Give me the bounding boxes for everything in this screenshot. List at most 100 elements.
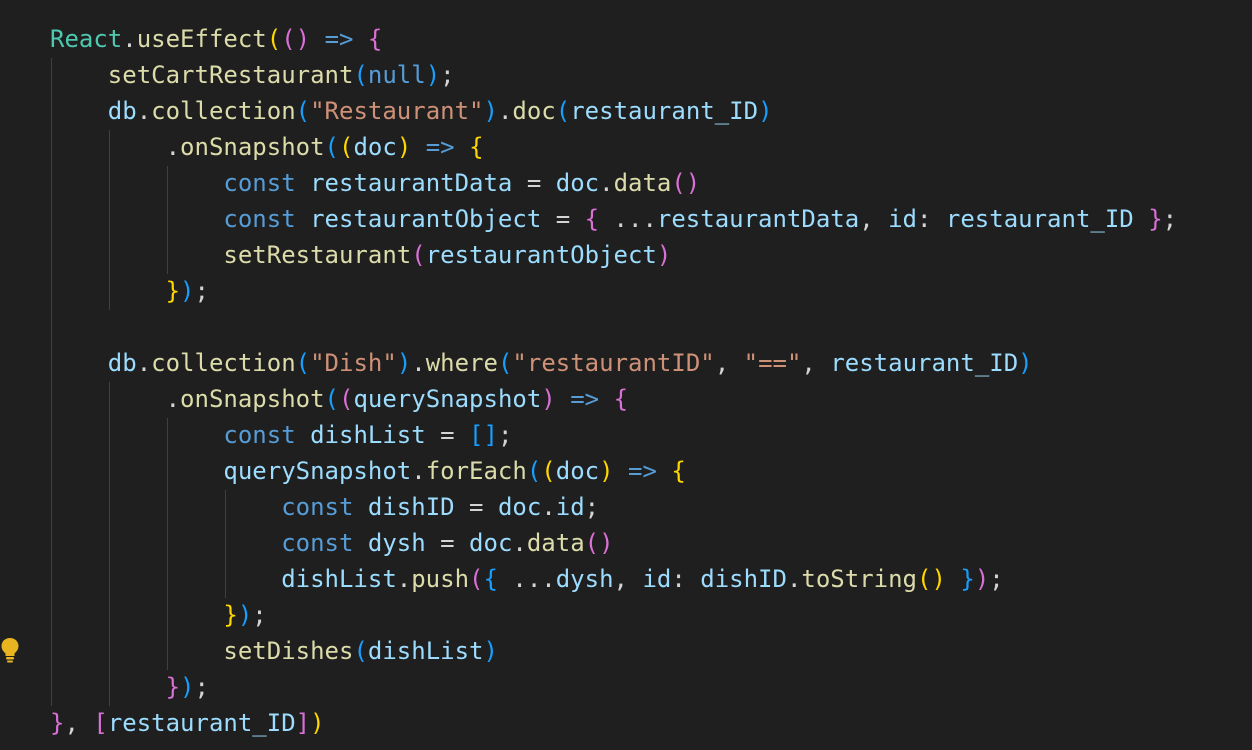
code-token: restaurantData [656,205,860,233]
code-token: ; [194,277,209,305]
code-token: restaurantObject [310,205,542,233]
code-token: const [281,493,354,521]
code-token: ) [310,709,325,737]
code-token: React [50,25,123,53]
code-token: { [469,133,484,161]
code-token: ( [353,637,368,665]
code-token: dishID [700,565,787,593]
code-line[interactable]: .onSnapshot((querySnapshot) => { [50,381,1177,417]
code-line[interactable]: setCartRestaurant(null); [50,57,1177,93]
code-token: ; [584,493,600,521]
code-token: "Restaurant" [310,97,484,125]
code-token: restaurantData [310,169,513,197]
code-token: () [917,565,946,593]
code-line[interactable]: React.useEffect(() => { [50,21,1177,57]
code-token: . [136,97,152,125]
code-token: ) [974,565,990,593]
lightbulb-icon[interactable] [0,636,20,664]
code-token: ) [758,97,773,125]
code-token: () [584,529,614,557]
code-line[interactable]: const dishList = []; [50,417,1177,453]
code-token: ( [324,133,339,161]
code-line[interactable]: }, [restaurant_ID]) [50,705,1177,741]
code-line[interactable]: }); [50,597,1177,633]
code-token: . [136,349,152,377]
code-token: ) [656,241,672,269]
code-line[interactable]: const dishID = doc.id; [50,489,1177,525]
code-token: { [671,457,686,485]
code-token: ( [411,241,426,269]
code-line[interactable]: querySnapshot.forEach((doc) => { [50,453,1177,489]
code-token: ( [541,457,556,485]
code-token: , [714,349,744,377]
code-line[interactable] [50,309,1177,345]
code-editor[interactable]: React.useEffect(() => { setCartRestauran… [0,0,1252,750]
code-token: ( [295,97,311,125]
code-token: ... [497,565,556,593]
code-token: () [281,25,311,53]
code-token: restaurant_ID [570,97,759,125]
code-token: dysh [555,565,614,593]
code-token: collection [151,97,296,125]
code-token: [ [93,709,108,737]
code-token: () [671,169,701,197]
code-token: [] [469,421,498,449]
code-token: data [613,169,672,197]
code-line[interactable]: db.collection("Dish").where("restaurantI… [50,345,1177,381]
code-line[interactable]: }); [50,669,1177,705]
code-token: restaurantObject [425,241,657,269]
code-token: onSnapshot [180,385,325,413]
code-token: const [223,169,296,197]
code-token: ) [599,457,614,485]
code-token: dishList [310,421,426,449]
code-token: ; [497,421,513,449]
code-line[interactable]: db.collection("Restaurant").doc(restaura… [50,93,1177,129]
code-token: , [801,349,831,377]
code-token: restaurant_ID [107,709,296,737]
code-line[interactable]: }); [50,273,1177,309]
code-token: collection [151,349,296,377]
code-line[interactable]: const restaurantData = doc.data() [50,165,1177,201]
code-token: doc [555,169,600,197]
code-line[interactable]: .onSnapshot((doc) => { [50,129,1177,165]
code-line[interactable]: setDishes(dishList) [50,633,1177,669]
code-token: ) [425,61,441,89]
code-line[interactable]: dishList.push({ ...dysh, id: dishID.toSt… [50,561,1177,597]
code-token: "Dish" [310,349,397,377]
code-token: setCartRestaurant [107,61,354,89]
code-token: ( [353,61,368,89]
code-token: ( [324,385,339,413]
code-token: = [425,421,470,449]
code-line[interactable]: const dysh = doc.data() [50,525,1177,561]
code-token: } [50,709,65,737]
code-token: = [512,169,556,197]
code-token: . [599,169,614,197]
code-area[interactable]: React.useEffect(() => { setCartRestauran… [50,21,1177,741]
code-token: . [122,25,137,53]
code-token: ) [483,97,498,125]
code-token: , [613,565,643,593]
code-token: doc [497,493,542,521]
code-token: ; [252,601,267,629]
code-token: dishID [367,493,455,521]
code-line[interactable]: const restaurantObject = { ...restaurant… [50,201,1177,237]
code-line[interactable]: setRestaurant(restaurantObject) [50,237,1177,273]
code-token: where [425,349,498,377]
code-token: null [367,61,426,89]
code-token: ( [295,349,311,377]
code-token: dysh [367,529,426,557]
